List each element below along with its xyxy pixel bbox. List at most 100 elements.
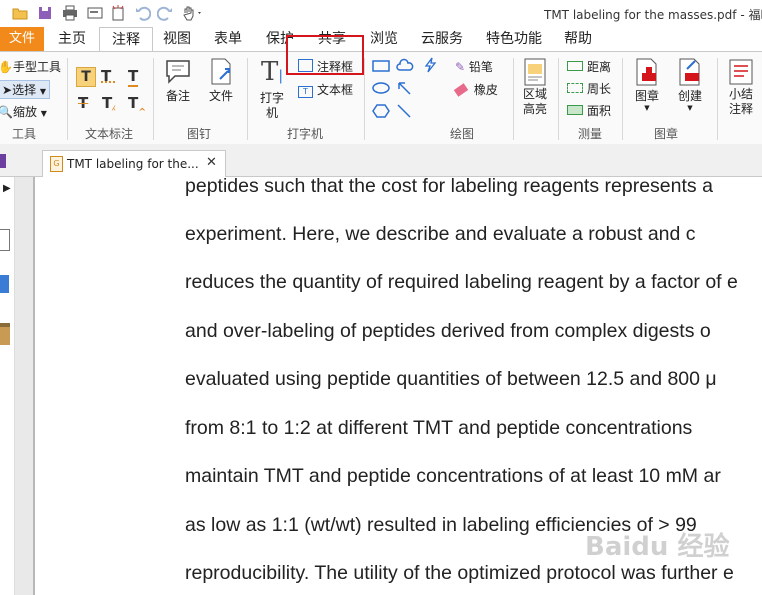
divider — [67, 58, 68, 140]
zoom-tool-button[interactable]: 🔍缩放 ▼ — [0, 103, 47, 120]
watermark: Baidu 经验 — [585, 532, 730, 562]
group-label-tools: 工具 — [12, 127, 37, 141]
hand-icon: ✋ — [0, 60, 13, 74]
arrow-icon[interactable] — [396, 80, 412, 96]
underline-text-button[interactable]: T — [101, 67, 115, 85]
document-tab[interactable]: G TMT labeling for the... ✕ — [42, 150, 226, 177]
note-button[interactable]: 备注 — [160, 57, 196, 104]
area-highlight-icon — [524, 58, 546, 86]
highlight-text-button[interactable]: T — [76, 67, 96, 87]
polygon-icon[interactable] — [372, 104, 390, 118]
perimeter-icon — [567, 83, 583, 93]
tab-browse[interactable]: 浏览 — [362, 27, 406, 51]
arrow-cursor-icon: ➤ — [2, 83, 13, 97]
chevron-down-icon: ▼ — [39, 87, 47, 96]
tab-help[interactable]: 帮助 — [558, 27, 598, 51]
insert-text-button[interactable]: T‸ — [128, 94, 146, 112]
comments-panel-icon[interactable] — [0, 323, 10, 345]
text-line: reproducibility. The utility of the opti… — [185, 562, 734, 584]
tab-view[interactable]: 视图 — [155, 27, 199, 51]
ribbon: ✋手型工具 ➤选择 ▼ 🔍缩放 ▼ 工具 T T T T T⁁ T‸ 文本标注 … — [0, 51, 762, 145]
title-bar: TMT labeling for the masses.pdf - 福昕阅 — [0, 0, 762, 27]
stamp-icon — [636, 58, 657, 86]
ellipse-icon[interactable] — [372, 82, 390, 94]
group-label-pin: 图钉 — [187, 127, 212, 141]
select-tool-button[interactable]: ➤选择 ▼ — [0, 80, 51, 99]
textbox-icon: T — [298, 86, 313, 98]
zoom-icon: 🔍 — [0, 105, 13, 119]
note-icon — [166, 60, 190, 84]
textbox-button[interactable]: T 文本框 — [298, 81, 353, 98]
summarize-comments-button[interactable]: 小结注释 — [722, 57, 760, 117]
hand-tool-button[interactable]: ✋手型工具 — [0, 58, 61, 75]
area-icon — [567, 105, 583, 115]
group-label-measure: 测量 — [578, 127, 603, 141]
save-icon[interactable] — [37, 5, 53, 21]
perimeter-button[interactable]: 周长 — [567, 80, 611, 97]
line-icon[interactable] — [396, 103, 412, 119]
divider — [153, 58, 154, 140]
rectangle-icon[interactable] — [372, 60, 390, 72]
distance-button[interactable]: 距离 — [567, 58, 611, 75]
tab-home[interactable]: 主页 — [50, 27, 94, 51]
text-line: maintain TMT and peptide concentrations … — [185, 465, 721, 487]
screenshot-icon[interactable] — [87, 5, 103, 21]
text-line: from 8:1 to 1:2 at different TMT and pep… — [185, 417, 693, 439]
close-tab-icon[interactable]: ✕ — [206, 155, 217, 170]
pdf-file-icon: G — [50, 156, 63, 172]
menu-bar: 文件 主页 注释 视图 表单 保护 共享 浏览 云服务 特色功能 帮助 — [0, 27, 762, 53]
divider — [622, 58, 623, 140]
window-title: TMT labeling for the masses.pdf - 福昕阅 — [544, 8, 762, 22]
tab-features[interactable]: 特色功能 — [480, 27, 548, 51]
squiggly-text-button[interactable]: T — [128, 67, 139, 87]
tab-cloud[interactable]: 云服务 — [414, 27, 470, 51]
open-folder-icon[interactable] — [12, 5, 28, 21]
text-line: reduces the quantity of required labelin… — [185, 271, 738, 293]
replace-text-button[interactable]: T⁁ — [102, 94, 116, 112]
text-line: experiment. Here, we describe and evalua… — [185, 223, 696, 245]
hand-dropdown-icon[interactable] — [182, 5, 204, 21]
divider — [364, 58, 365, 140]
divider — [558, 58, 559, 140]
file-attach-icon — [211, 58, 231, 85]
redo-icon[interactable] — [157, 5, 173, 21]
left-navigation-panel: ▶ — [0, 177, 15, 595]
stamp-button[interactable]: 图章 ▼ — [628, 57, 666, 112]
panel-tab-icon[interactable] — [0, 154, 6, 168]
create-stamp-button[interactable]: 创建 ▼ — [671, 57, 709, 112]
pencil-icon: ✎ — [455, 60, 466, 74]
undo-icon[interactable] — [135, 5, 151, 21]
area-highlight-button[interactable]: 区域高亮 — [518, 57, 552, 117]
group-label-typewriter: 打字机 — [287, 127, 324, 141]
tab-form[interactable]: 表单 — [206, 27, 250, 51]
strikeout-text-button[interactable]: T — [78, 94, 88, 112]
divider — [513, 58, 514, 140]
create-stamp-icon — [679, 58, 700, 86]
chevron-down-icon: ▼ — [40, 109, 47, 118]
eraser-button[interactable]: 橡皮 — [453, 81, 498, 98]
expand-panel-icon[interactable]: ▶ — [3, 183, 11, 194]
new-icon[interactable] — [110, 5, 126, 21]
highlight-box — [286, 35, 364, 75]
document-tab-strip: G TMT labeling for the... ✕ — [0, 144, 762, 177]
file-attach-button[interactable]: 文件 — [203, 57, 239, 104]
area-measure-button[interactable]: 面积 — [567, 102, 611, 119]
group-label-stamp: 图章 — [654, 127, 679, 141]
divider — [247, 58, 248, 140]
text-line: peptides such that the cost for labeling… — [185, 177, 713, 197]
lightning-icon[interactable] — [422, 57, 438, 73]
print-icon[interactable] — [62, 5, 78, 21]
ruler-icon — [567, 61, 583, 71]
text-line: evaluated using peptide quantities of be… — [185, 368, 717, 390]
page-gutter — [15, 177, 33, 595]
pencil-button[interactable]: ✎ 铅笔 — [455, 58, 493, 75]
cloud-icon[interactable] — [396, 58, 414, 72]
bookmark-icon[interactable] — [0, 275, 9, 293]
page-thumbnail-icon[interactable] — [0, 229, 10, 251]
chevron-down-icon: ▼ — [644, 104, 650, 112]
text-line: and over-labeling of peptides derived fr… — [185, 320, 711, 342]
tab-comment[interactable]: 注释 — [99, 27, 153, 53]
tab-file[interactable]: 文件 — [0, 27, 44, 51]
divider — [717, 58, 718, 140]
group-label-text-markup: 文本标注 — [85, 127, 134, 141]
